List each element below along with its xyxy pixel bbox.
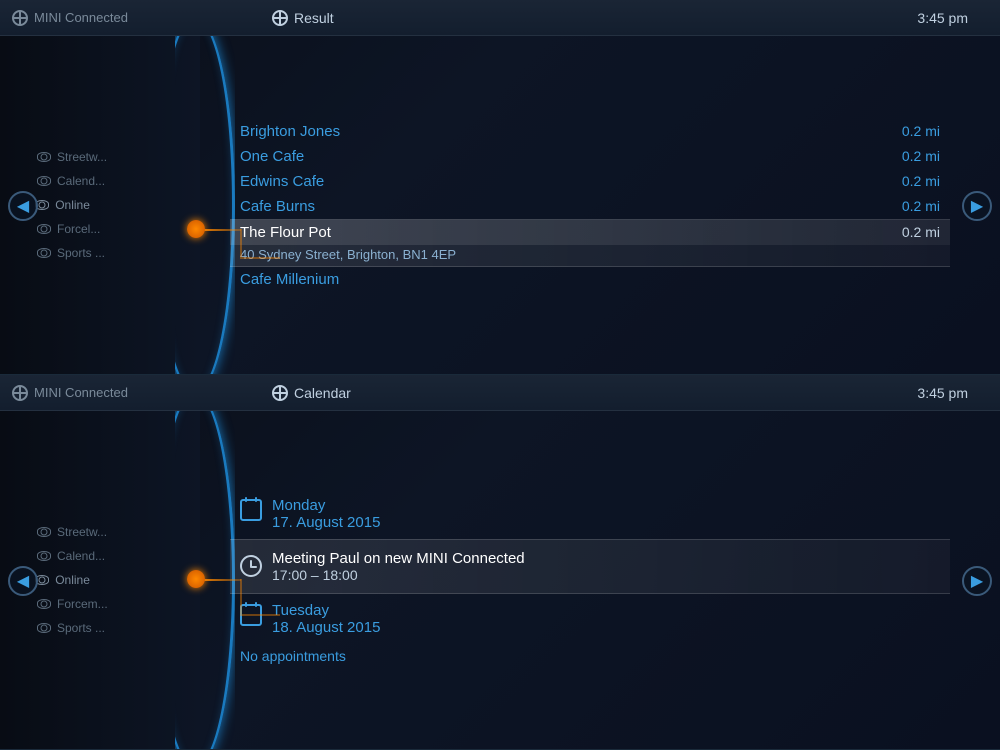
- header-center-calendar: Calendar: [212, 385, 917, 401]
- sidebar-label-cal-streetw: Streetw...: [57, 525, 107, 539]
- header-bar-calendar: MINI Connected Calendar 3:45 pm: [0, 375, 1000, 411]
- eye-icon-streetw: [37, 152, 51, 162]
- result-dist-cafeburns: 0.2 mi: [902, 198, 940, 214]
- tuesday-day: Tuesday: [272, 602, 380, 619]
- result-item-millenium[interactable]: Cafe Millenium: [230, 267, 950, 292]
- sidebar-label-cal-sports: Sports ...: [57, 621, 105, 635]
- globe-icon-center: [272, 10, 288, 26]
- nav-arrow-left-calendar[interactable]: ◀: [8, 566, 38, 596]
- orange-dot-result: [187, 220, 205, 238]
- eye-icon-calend: [37, 176, 51, 186]
- globe-icon-center-cal: [272, 385, 288, 401]
- result-name-edwins: Edwins Cafe: [240, 173, 324, 190]
- result-dist-brighton: 0.2 mi: [902, 123, 940, 139]
- eye-icon-cal-sports: [37, 623, 51, 633]
- connector-v-cal: [240, 579, 242, 614]
- result-label: Result: [294, 10, 334, 26]
- blue-arc-inner-result: [175, 36, 235, 374]
- connector-h2-result: [240, 257, 280, 259]
- cal-text-monday: Monday 17. August 2015: [272, 497, 380, 531]
- nav-arrow-right-calendar[interactable]: ▶: [962, 566, 992, 596]
- eye-icon-sports: [37, 248, 51, 258]
- sidebar-item-cal-forcem[interactable]: Forcem...: [20, 595, 200, 613]
- clock-icon-meeting: [240, 555, 262, 577]
- eye-icon-forcel: [37, 224, 51, 234]
- eye-icon-cal-forcem: [37, 599, 51, 609]
- sidebar-item-cal-sports[interactable]: Sports ...: [20, 619, 200, 637]
- sidebar-item-online[interactable]: ✓ Online: [20, 196, 200, 214]
- result-name-brighton: Brighton Jones: [240, 123, 340, 140]
- connector-v-result: [240, 229, 242, 257]
- result-dist-onecafe: 0.2 mi: [902, 148, 940, 164]
- sidebar-item-cal-streetw[interactable]: Streetw...: [20, 523, 200, 541]
- cal-item-tuesday[interactable]: Tuesday 18. August 2015: [230, 596, 950, 642]
- calendar-panel: MINI Connected Calendar 3:45 pm Streetw.…: [0, 375, 1000, 750]
- monday-date: 17. August 2015: [272, 514, 380, 531]
- header-center-result: Result: [212, 10, 917, 26]
- result-item-edwins[interactable]: Edwins Cafe 0.2 mi: [230, 169, 950, 194]
- sidebar-item-forcel[interactable]: Forcel...: [20, 220, 200, 238]
- meeting-text-block: Meeting Paul on new MINI Connected 17:00…: [272, 550, 525, 583]
- eye-icon-cal-calend: [37, 551, 51, 561]
- sidebar-label-forcel: Forcel...: [57, 222, 100, 236]
- main-content-result: Brighton Jones 0.2 mi One Cafe 0.2 mi Ed…: [230, 36, 950, 374]
- connector-h2-cal: [240, 614, 280, 616]
- result-name-onecafe: One Cafe: [240, 148, 304, 165]
- no-appointments: No appointments: [230, 642, 950, 670]
- sidebar-label-cal-calend: Calend...: [57, 549, 105, 563]
- monday-day: Monday: [272, 497, 380, 514]
- sidebar-label-cal-online: Online: [55, 573, 90, 587]
- mini-connected-label: MINI Connected: [34, 10, 128, 25]
- result-item-onecafe[interactable]: One Cafe 0.2 mi: [230, 144, 950, 169]
- orange-dot-calendar: [187, 570, 205, 588]
- sidebar-item-streetw[interactable]: Streetw...: [20, 148, 200, 166]
- sidebar-label-online: Online: [55, 198, 90, 212]
- nav-arrow-right-result[interactable]: ▶: [962, 191, 992, 221]
- result-name-millenium: Cafe Millenium: [240, 271, 339, 288]
- result-name-flourpot: The Flour Pot: [240, 224, 331, 241]
- blue-arc-result: [175, 36, 235, 374]
- globe-icon-left-cal: [12, 385, 28, 401]
- header-left-calendar: MINI Connected: [12, 385, 212, 401]
- mini-connected-label-cal: MINI Connected: [34, 385, 128, 400]
- calendar-icon-monday: [240, 499, 262, 521]
- cal-text-tuesday: Tuesday 18. August 2015: [272, 602, 380, 636]
- result-item-brighton[interactable]: Brighton Jones 0.2 mi: [230, 119, 950, 144]
- sidebar-label-cal-forcem: Forcem...: [57, 597, 108, 611]
- sidebar-label-streetw: Streetw...: [57, 150, 107, 164]
- result-panel: MINI Connected Result 3:45 pm Streetw...…: [0, 0, 1000, 375]
- meeting-block[interactable]: Meeting Paul on new MINI Connected 17:00…: [230, 539, 950, 594]
- sidebar-label-sports: Sports ...: [57, 246, 105, 260]
- globe-icon-left: [12, 10, 28, 26]
- main-content-calendar: Monday 17. August 2015 Meeting Paul on n…: [230, 411, 950, 749]
- sidebar-item-cal-online[interactable]: ✓ Online: [20, 571, 200, 589]
- calendar-label: Calendar: [294, 385, 351, 401]
- sidebar-label-calend: Calend...: [57, 174, 105, 188]
- header-time-result: 3:45 pm: [917, 10, 988, 26]
- cal-item-monday[interactable]: Monday 17. August 2015: [230, 491, 950, 537]
- header-bar-result: MINI Connected Result 3:45 pm: [0, 0, 1000, 36]
- header-left-result: MINI Connected: [12, 10, 212, 26]
- result-address-flourpot: 40 Sydney Street, Brighton, BN1 4EP: [230, 245, 950, 266]
- result-dist-edwins: 0.2 mi: [902, 173, 940, 189]
- selected-block-result: The Flour Pot 0.2 mi 40 Sydney Street, B…: [230, 219, 950, 267]
- tuesday-date: 18. August 2015: [272, 619, 380, 636]
- meeting-title: Meeting Paul on new MINI Connected: [272, 550, 525, 567]
- result-item-flourpot[interactable]: The Flour Pot 0.2 mi: [230, 220, 950, 245]
- meeting-time: 17:00 – 18:00: [272, 567, 525, 583]
- sidebar-item-calend[interactable]: Calend...: [20, 172, 200, 190]
- sidebar-item-sports[interactable]: Sports ...: [20, 244, 200, 262]
- result-dist-flourpot: 0.2 mi: [902, 224, 940, 240]
- result-name-cafeburns: Cafe Burns: [240, 198, 315, 215]
- header-time-calendar: 3:45 pm: [917, 385, 988, 401]
- result-item-cafeburns[interactable]: Cafe Burns 0.2 mi: [230, 194, 950, 219]
- sidebar-item-cal-calend[interactable]: Calend...: [20, 547, 200, 565]
- nav-arrow-left-result[interactable]: ◀: [8, 191, 38, 221]
- eye-icon-cal-streetw: [37, 527, 51, 537]
